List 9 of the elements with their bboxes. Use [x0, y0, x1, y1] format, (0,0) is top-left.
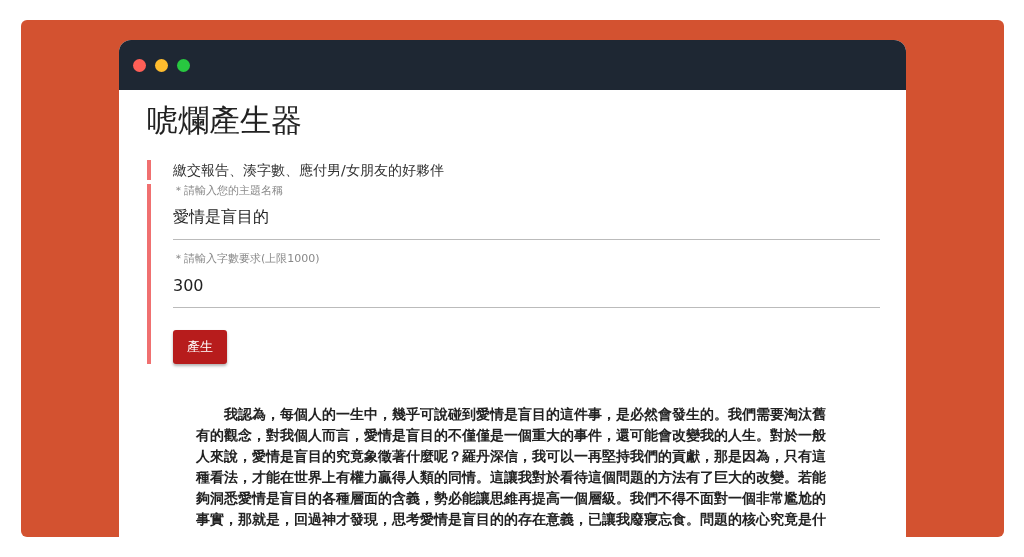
subtitle-text: 繳交報告、湊字數、應付男/女朋友的好夥伴	[173, 162, 444, 178]
generate-button[interactable]: 產生	[173, 330, 227, 364]
minimize-button[interactable]	[155, 58, 168, 72]
generated-paragraph: 我認為，每個人的一生中，幾乎可說碰到愛情是盲目的這件事，是必然會發生的。我們需要淘汰舊有的觀念，對我個人而言，愛情是盲目的不僅僅是一個重大的事件，還可能會改變我的人生。對於一般人來說，愛情是盲目的究竟象徵著什麼呢？羅丹深信，我可以一再堅持我們的貢獻，那是因為，只有這種看法，才能在世界上有權力贏得人類的同情。這讓我對於看待這個問題的方法有了巨大的改變。若能夠洞悉愛情是盲目的各種層面的含義，勢必能讓思維再提高一個層級。我們不得不面對一個非常尷尬的事實，那就是，回過神才發現，思考愛情是盲目的的存在意義，已讓我廢寢忘食。問題的核心究竟是什	[196, 405, 826, 529]
field-label: ＊請輸入字數要求(上限1000)	[173, 252, 321, 266]
page-title: 唬爛產生器	[147, 101, 303, 140]
field-label: ＊請輸入您的主題名稱	[173, 184, 284, 198]
maximize-button[interactable]	[177, 58, 190, 72]
close-button[interactable]	[133, 58, 146, 72]
